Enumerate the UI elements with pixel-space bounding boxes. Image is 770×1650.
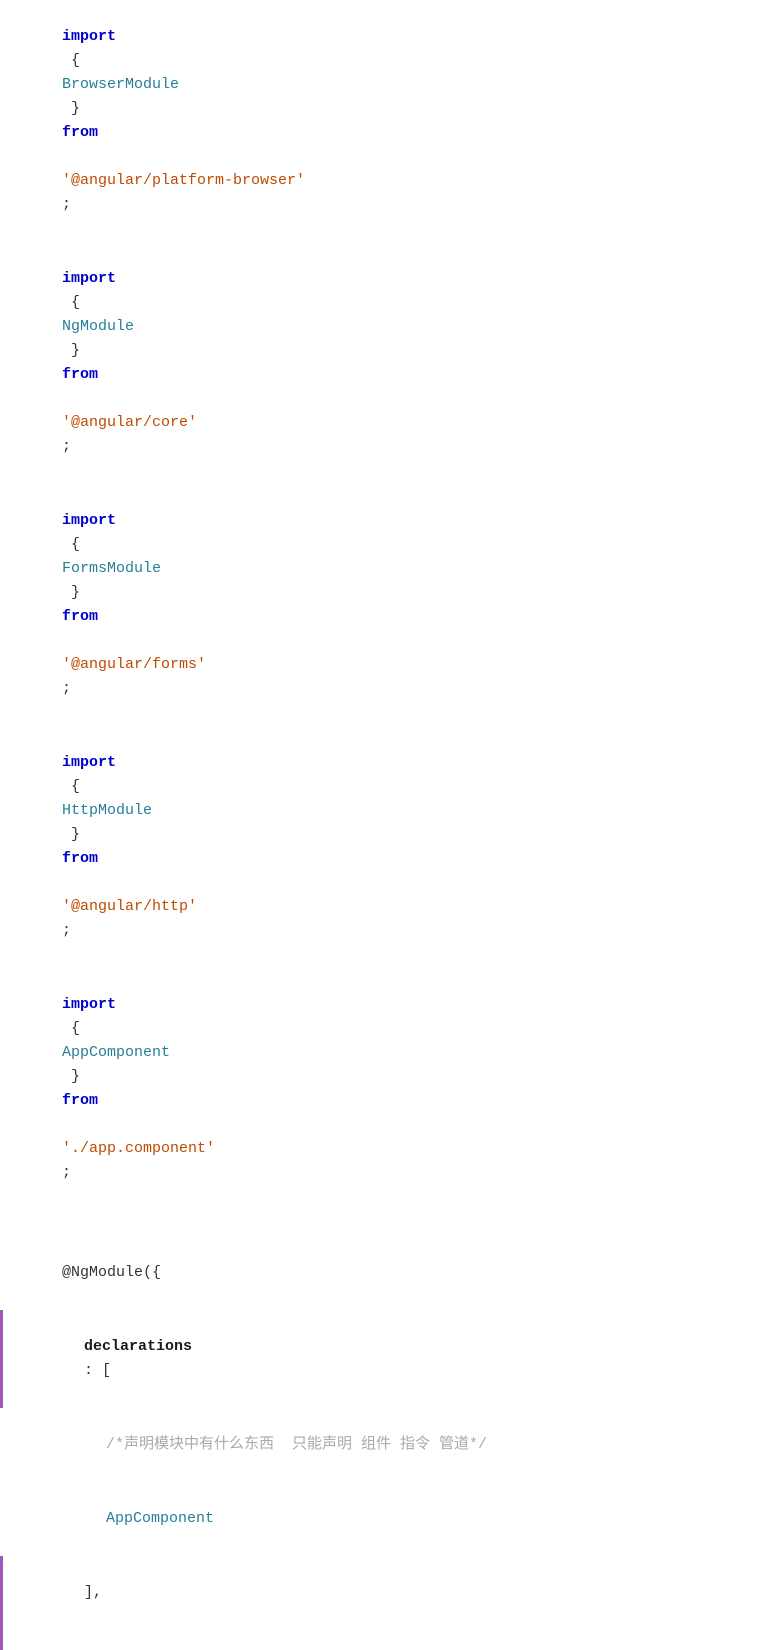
code-line: import { FormsModule } from '@angular/fo…: [0, 484, 770, 726]
identifier: FormsModule: [62, 560, 161, 577]
code-line: import { AppComponent } from './app.comp…: [0, 968, 770, 1210]
keyword: import: [62, 28, 116, 45]
keyword: import: [62, 512, 116, 529]
string: './app.component': [62, 1140, 215, 1157]
code-editor: import { BrowserModule } from '@angular/…: [0, 0, 770, 825]
identifier: BrowserModule: [62, 76, 179, 93]
scope-marker: [0, 1630, 3, 1650]
identifier: NgModule: [62, 318, 134, 335]
string: '@angular/core': [62, 414, 197, 431]
keyword: import: [62, 754, 116, 771]
code-line: import { HttpModule } from '@angular/htt…: [0, 726, 770, 968]
code-line: /*声明模块中有什么东西 只能声明 组件 指令 管道*/: [0, 1408, 770, 1482]
code-line: ],: [0, 1556, 770, 1630]
code-line: @NgModule({: [0, 1236, 770, 1310]
keyword-from: from: [62, 366, 98, 383]
string: '@angular/http': [62, 898, 197, 915]
keyword-from: from: [62, 124, 98, 141]
decorator: @NgModule({: [62, 1264, 161, 1281]
keyword-from: from: [62, 850, 98, 867]
string: '@angular/platform-browser': [62, 172, 305, 189]
identifier: AppComponent: [106, 1510, 214, 1527]
string: '@angular/forms': [62, 656, 206, 673]
keyword-from: from: [62, 1092, 98, 1109]
identifier: HttpModule: [62, 802, 152, 819]
scope-marker: [0, 1556, 3, 1630]
code-line: declarations : [: [0, 1310, 770, 1408]
keyword-from: from: [62, 608, 98, 625]
keyword: import: [62, 996, 116, 1013]
keyword: import: [62, 270, 116, 287]
code-line: import { BrowserModule } from '@angular/…: [0, 0, 770, 242]
scope-marker: [0, 1310, 3, 1408]
code-line: import { NgModule } from '@angular/core'…: [0, 242, 770, 484]
code-line: AppComponent: [0, 1482, 770, 1556]
code-line: imports : [: [0, 1630, 770, 1650]
comment: /*声明模块中有什么东西 只能声明 组件 指令 管道*/: [106, 1436, 487, 1453]
property: declarations: [84, 1338, 192, 1355]
identifier: AppComponent: [62, 1044, 170, 1061]
code-line-empty: [0, 1210, 770, 1236]
